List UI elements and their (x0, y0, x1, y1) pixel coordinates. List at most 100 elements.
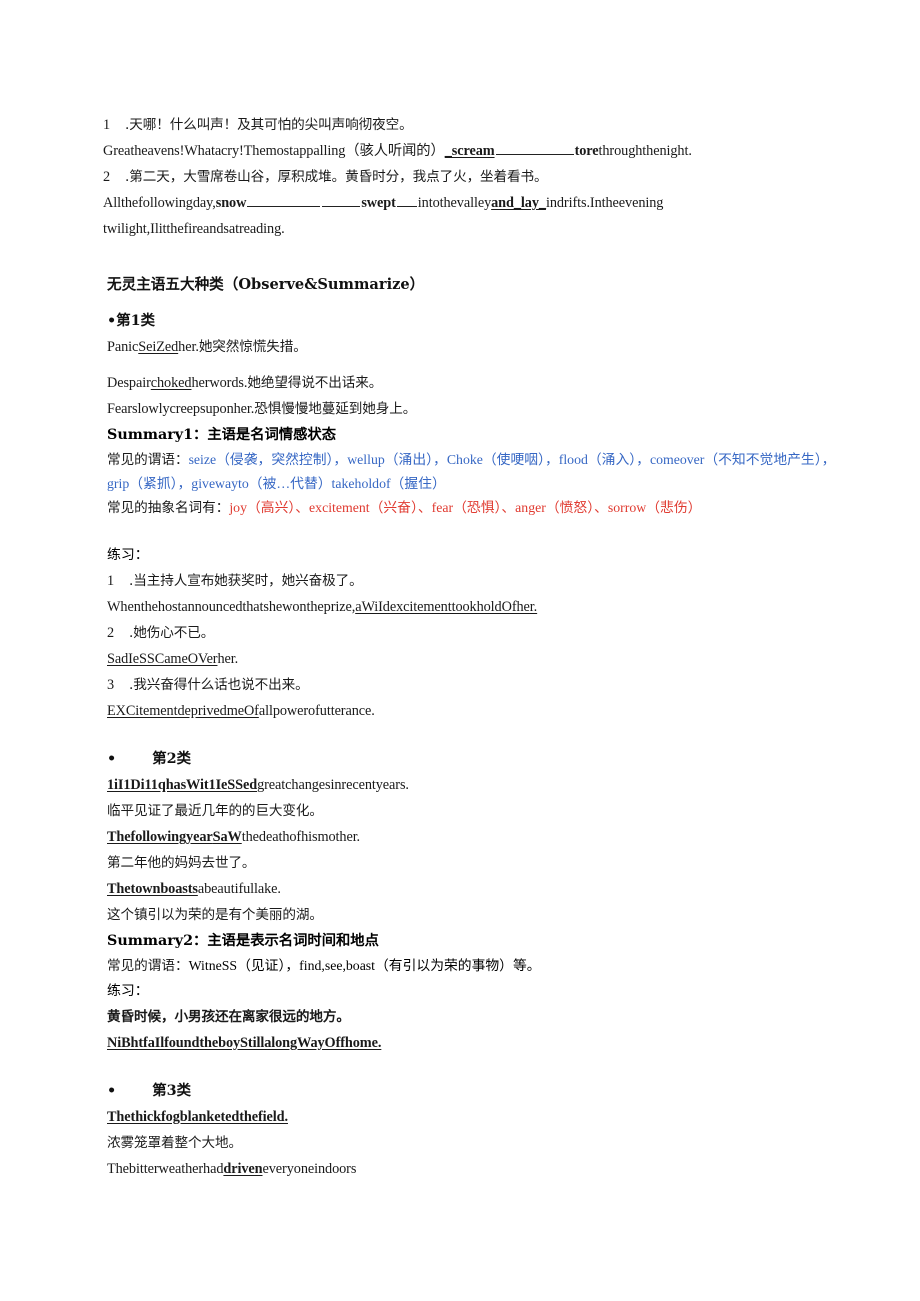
example-underlined: Thetownboasts (107, 881, 198, 897)
predicates-text: WitneSS（见证），find,see,boast（有引以为荣的事物）等。 (188, 958, 541, 973)
answer-pre: Whenthehostannouncedthatshewontheprize, (107, 599, 356, 615)
example-pre: Fearslowlycreepsuponher. (107, 401, 255, 417)
example-post: her. (178, 339, 199, 355)
category-1-summary: Summary1：主语是名词情感状态 (107, 427, 336, 443)
exercise-2-number: 2 (103, 169, 111, 185)
practice-number: 3 (107, 677, 115, 693)
example-chinese: 她绝望得说不出话来。 (247, 375, 383, 391)
category-1-practice-3-chinese: 3 .我兴奋得什么话也说不出来。 (103, 672, 855, 698)
exercise-1-english-pre: Greatheavens!Whatacry!Themostappalling（骇… (103, 143, 445, 159)
category-3-label: 第3类 (152, 1082, 191, 1099)
exercise-2-blank-3 (396, 193, 417, 207)
predicates-label: 常见的谓语： (107, 958, 189, 974)
exercise-1-number: 1 (103, 117, 111, 133)
example-underlined-2: SaW (212, 829, 242, 845)
exercise-2-english: Allthefollowingday,snow swept intothevalle… (103, 190, 855, 216)
category-1-practice-1-chinese: 1 .当主持人宣布她获奖时，她兴奋极了。 (103, 568, 855, 594)
category-2-example-2: ThefollowingyearSaWthedeathofhismother. (103, 824, 855, 850)
example-underlined: Thethickfogblanketedthefield. (107, 1109, 288, 1125)
category-1-example-1: PanicSeiZedher.她突然惊慌失措。 (103, 334, 855, 360)
practice-number: 1 (107, 573, 115, 589)
bullet-icon: • (107, 750, 117, 767)
exercise-2-chinese-text: .第二天，大雪席卷山谷，厚积成堆。黄昏时分，我点了火，坐着看书。 (125, 169, 548, 185)
exercise-2-answer-2: swept (361, 195, 396, 211)
bullet-icon: • (107, 312, 117, 329)
category-1-practice-2-answer: SadIeSSCameOVerher. (103, 646, 855, 672)
example-underlined: choked (150, 375, 192, 391)
nouns-label: 常见的抽象名词有： (107, 500, 230, 516)
answer-underlined: EXCitementdeprivedmeOf (107, 703, 259, 719)
predicates-label: 常见的谓语： (107, 452, 189, 468)
example-post: abeautifullake. (197, 881, 281, 897)
category-1-label: 第1类 (116, 312, 155, 329)
category-3-example-1-chinese: 浓雾笼罩着整个大地。 (107, 1135, 242, 1151)
bullet-icon: • (107, 1082, 117, 1099)
category-2-practice-1-answer: NiBhtfaIlfoundtheboyStillalongWayOffhome… (103, 1030, 855, 1056)
category-2-example-3-chinese: 这个镇引以为荣的是有个美丽的湖。 (107, 907, 323, 923)
category-3-heading: • 第3类 (103, 1078, 855, 1104)
exercise-1-answer-2: tore (574, 143, 599, 159)
exercise-2-answer-1: snow (215, 195, 247, 211)
answer-underlined: aWiIdexcitementtookholdOfher. (355, 599, 538, 615)
exercise-2-answer-3: and_lay_ (491, 195, 546, 211)
category-1-nouns: 常见的抽象名词有：joy（高兴）、excitement（兴奋）、fear（恐惧）… (103, 496, 855, 520)
category-3-example-2: Thebitterweatherhaddriveneveryoneindoors (103, 1156, 855, 1182)
category-1-example-3: Fearslowlycreepsuponher.恐惧慢慢地蔓延到她身上。 (103, 396, 855, 422)
example-post: everyoneindoors (262, 1161, 357, 1177)
category-2-example-2-chinese: 第二年他的妈妈去世了。 (107, 855, 256, 871)
practice-chinese: .我兴奋得什么话也说不出来。 (129, 677, 309, 693)
category-2-example-1-chinese: 临平见证了最近几年的的巨大变化。 (107, 803, 323, 819)
category-1-example-2: Despairchokedherwords.她绝望得说不出话来。 (103, 370, 855, 396)
exercise-1-english: Greatheavens!Whatacry!Themostappalling（骇… (103, 138, 855, 164)
exercise-2-english-wrap: twilight,Ilitthefireandsatreading. (103, 221, 285, 237)
example-chinese: 恐惧慢慢地蔓延到她身上。 (254, 401, 417, 417)
example-underlined: 1iI1Di11qhasWit1IeSSed (107, 777, 258, 793)
exercise-2-english-post: indrifts.Intheevening (545, 195, 664, 211)
example-chinese: 她突然惊慌失措。 (198, 339, 307, 355)
example-pre: Despair (107, 375, 151, 391)
category-1-predicates: 常见的谓语：seize（侵袭，突然控制），wellup（涌出），Choke（使哽… (103, 448, 855, 496)
category-2-predicates: 常见的谓语：WitneSS（见证），find,see,boast（有引以为荣的事… (103, 954, 855, 978)
example-underlined: driven (223, 1161, 263, 1177)
exercise-2-english-mid: intothevalley (417, 195, 492, 211)
example-underlined: SeiZed (138, 339, 179, 355)
example-underlined: Thefollowingyear (107, 829, 213, 845)
category-1-practice-2-chinese: 2 .她伤心不已。 (103, 620, 855, 646)
category-2-practice-label: 练习： (107, 983, 149, 999)
category-3-example-1: Thethickfogblanketedthefield. (103, 1104, 855, 1130)
nouns-text: joy（高兴）、excitement（兴奋）、fear（恐惧）、anger（愤怒… (229, 500, 702, 515)
category-1-practice-3-answer: EXCitementdeprivedmeOfallpowerofutteranc… (103, 698, 855, 724)
example-post: herwords. (191, 375, 248, 391)
practice-number: 2 (107, 625, 115, 641)
category-2-heading: • 第2类 (103, 746, 855, 772)
category-1-heading: •第1类 (103, 308, 855, 334)
exercise-1-english-post: throughthenight. (598, 143, 692, 159)
practice-chinese: .当主持人宣布她获奖时，她兴奋极了。 (129, 573, 363, 589)
document-page: 1 .天哪！什么叫声！及其可怕的尖叫声响彻夜空。 Greatheavens!Wha… (0, 0, 920, 1301)
exercise-2-chinese: 2 .第二天，大雪席卷山谷，厚积成堆。黄昏时分，我点了火，坐着看书。 (103, 164, 855, 190)
category-2-summary: Summary2：主语是表示名词时间和地点 (107, 933, 379, 949)
exercise-2-blank-1 (247, 193, 321, 207)
exercise-2-english-pre: Allthefollowingday, (103, 195, 216, 211)
page-title: 无灵主语五大种类（Observe&Summarize） (107, 276, 425, 293)
example-pre: Thebitterweatherhad (107, 1161, 224, 1177)
answer-post: allpowerofutterance. (258, 703, 375, 719)
category-2-practice-1-chinese: 黄昏时候，小男孩还在离家很远的地方。 (107, 1009, 350, 1025)
category-2-label: 第2类 (152, 750, 191, 767)
category-2-example-3: Thetownboastsabeautifullake. (103, 876, 855, 902)
example-post: thedeathofhismother. (241, 829, 361, 845)
answer-underlined: SadIeSSCameOVer (107, 651, 218, 667)
category-1-practice-label: 练习： (107, 547, 149, 563)
example-pre: Panic (107, 339, 139, 355)
exercise-1-answer-1: _scream (444, 143, 495, 159)
exercise-2-blank-2 (322, 193, 361, 207)
answer-underlined: NiBhtfaIlfoundtheboyStillalongWayOffhome… (107, 1035, 382, 1051)
exercise-1-chinese-text: .天哪！什么叫声！及其可怕的尖叫声响彻夜空。 (125, 117, 413, 133)
category-1-practice-1-answer: Whenthehostannouncedthatshewontheprize,a… (103, 594, 855, 620)
